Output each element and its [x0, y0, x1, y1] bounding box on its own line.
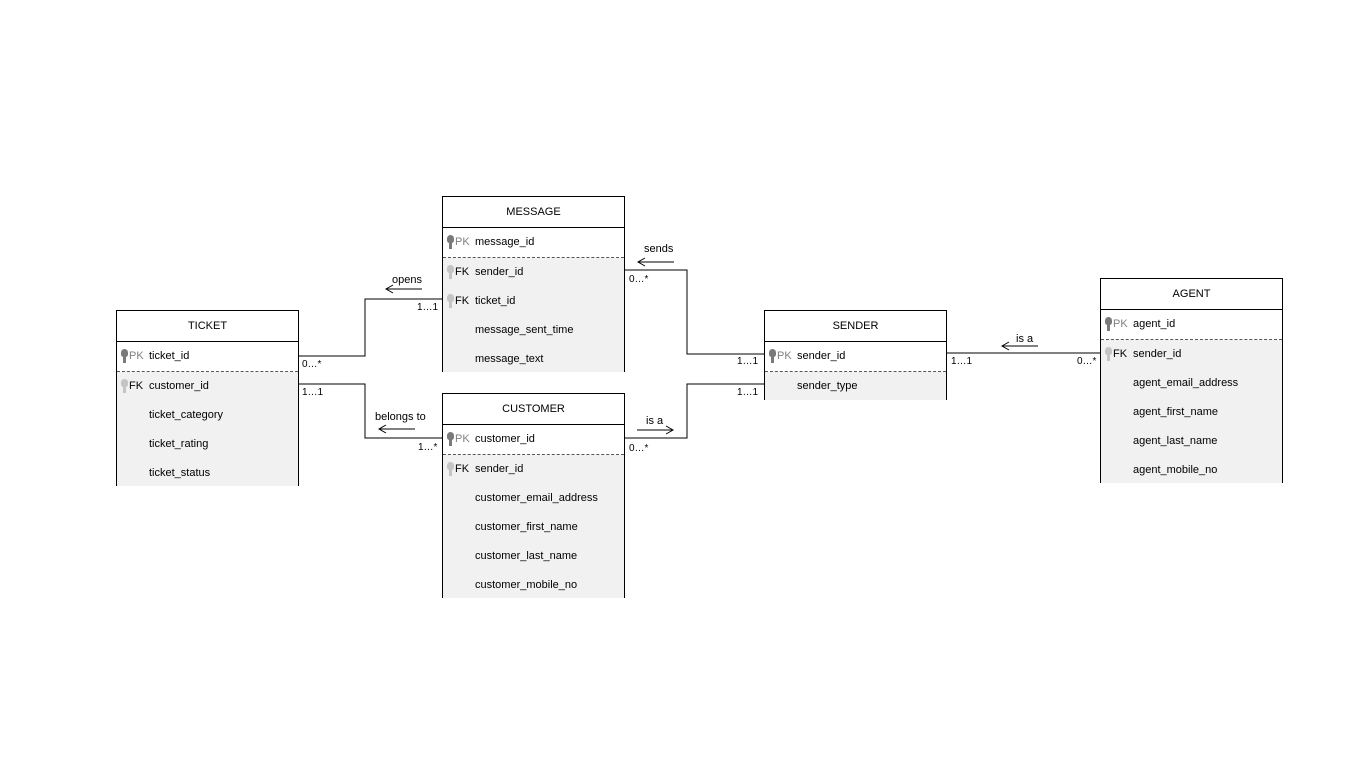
attribute-name: ticket_rating [149, 438, 209, 450]
foreign-key-icon [121, 379, 128, 394]
entity-title: SENDER [765, 311, 946, 342]
key-label: PK [777, 350, 792, 362]
key-label: FK [129, 380, 144, 392]
attribute-name: ticket_category [149, 409, 223, 421]
entity-customer[interactable]: CUSTOMER PK customer_id FK sender_id cus… [442, 393, 625, 598]
attribute-name: customer_id [149, 380, 209, 392]
attribute-row: sender_type [765, 372, 946, 401]
cardinality-sends-sender: 1…1 [737, 356, 759, 367]
relationship-label-opens: opens [392, 274, 422, 286]
attribute-name: sender_id [1133, 348, 1182, 360]
attribute-name: agent_id [1133, 318, 1176, 330]
attribute-row: agent_mobile_no [1101, 456, 1282, 485]
foreign-key-icon [447, 294, 454, 309]
key-label: FK [455, 266, 470, 278]
arrow-belongs-to-icon [377, 424, 415, 434]
cardinality-customer-is-a-sender: 1…1 [737, 387, 759, 398]
attribute-row: FK sender_id [1101, 340, 1282, 369]
entity-sender[interactable]: SENDER PK sender_id sender_type [764, 310, 947, 400]
primary-key-row: PK sender_id [765, 342, 946, 372]
attribute-name: sender_id [797, 350, 846, 362]
attribute-name: agent_last_name [1133, 435, 1218, 447]
attribute-name: message_id [475, 236, 535, 248]
attribute-name: sender_id [475, 463, 524, 475]
entity-ticket[interactable]: TICKET PK ticket_id FK customer_id ticke… [116, 310, 299, 486]
attribute-name: agent_email_address [1133, 377, 1239, 389]
arrow-customer-is-a-icon [637, 425, 675, 435]
attribute-name: customer_first_name [475, 521, 578, 533]
attribute-row: agent_email_address [1101, 369, 1282, 398]
attribute-row: customer_first_name [443, 513, 624, 542]
attribute-row: FK customer_id [117, 372, 298, 401]
foreign-key-icon [1105, 347, 1112, 362]
primary-key-row: PK customer_id [443, 425, 624, 455]
cardinality-opens-message: 1…1 [417, 302, 439, 313]
primary-key-icon [769, 349, 776, 364]
relationship-label-customer-is-a: is a [646, 415, 664, 427]
attribute-name: ticket_status [149, 467, 211, 479]
attribute-row: message_sent_time [443, 316, 624, 345]
attribute-row: message_text [443, 345, 624, 374]
key-label: FK [455, 463, 470, 475]
er-diagram-canvas: opens belongs to sends is a is a 0…* 1…1… [0, 0, 1366, 768]
entity-title: MESSAGE [443, 197, 624, 228]
attribute-name: agent_first_name [1133, 406, 1218, 418]
cardinality-agent-is-a-sender: 1…1 [951, 356, 973, 367]
cardinality-agent-is-a-agent: 0…* [1077, 356, 1097, 367]
attribute-name: sender_type [797, 380, 858, 392]
attribute-name: customer_id [475, 433, 535, 445]
relationship-label-agent-is-a: is a [1016, 333, 1034, 345]
primary-key-row: PK agent_id [1101, 310, 1282, 340]
attribute-row: ticket_category [117, 401, 298, 430]
key-label: PK [455, 236, 470, 248]
key-label: PK [129, 350, 144, 362]
attribute-row: FK sender_id [443, 258, 624, 287]
attribute-name: sender_id [475, 266, 524, 278]
attribute-name: customer_mobile_no [475, 579, 578, 591]
attribute-row: ticket_status [117, 459, 298, 488]
key-label: FK [455, 295, 470, 307]
cardinality-customer-is-a-customer: 0…* [629, 443, 649, 454]
attribute-name: ticket_id [149, 350, 190, 362]
attribute-row: FK ticket_id [443, 287, 624, 316]
attribute-name: ticket_id [475, 295, 516, 307]
primary-key-icon [447, 432, 454, 447]
attribute-row: FK sender_id [443, 455, 624, 484]
foreign-key-icon [447, 265, 454, 280]
attribute-row: agent_last_name [1101, 427, 1282, 456]
entity-agent[interactable]: AGENT PK agent_id FK sender_id agent_ema… [1100, 278, 1283, 483]
attribute-row: customer_last_name [443, 542, 624, 571]
relationship-label-belongs-to: belongs to [375, 411, 426, 423]
entity-title: CUSTOMER [443, 394, 624, 425]
attribute-name: message_text [475, 353, 544, 365]
attribute-name: customer_last_name [475, 550, 578, 562]
cardinality-belongs-to-ticket: 1…1 [302, 387, 324, 398]
arrow-opens-icon [384, 284, 422, 294]
attribute-row: agent_first_name [1101, 398, 1282, 427]
arrow-sends-icon [636, 257, 674, 267]
primary-key-icon [1105, 317, 1112, 332]
cardinality-opens-ticket: 0…* [302, 359, 322, 370]
key-label: PK [455, 433, 470, 445]
attribute-name: customer_email_address [475, 492, 598, 504]
cardinality-belongs-to-customer: 1…* [418, 442, 438, 453]
foreign-key-icon [447, 462, 454, 477]
key-label: FK [1113, 348, 1128, 360]
entity-title: AGENT [1101, 279, 1282, 310]
key-label: PK [1113, 318, 1128, 330]
attribute-name: message_sent_time [475, 324, 574, 336]
primary-key-row: PK message_id [443, 228, 624, 258]
primary-key-icon [121, 349, 128, 364]
relationship-label-sends: sends [644, 243, 674, 255]
attribute-row: customer_email_address [443, 484, 624, 513]
attribute-name: agent_mobile_no [1133, 464, 1218, 476]
attribute-row: ticket_rating [117, 430, 298, 459]
attribute-row: customer_mobile_no [443, 571, 624, 600]
cardinality-sends-message: 0…* [629, 274, 649, 285]
entity-message[interactable]: MESSAGE PK message_id FK sender_id FK ti… [442, 196, 625, 372]
entity-title: TICKET [117, 311, 298, 342]
primary-key-row: PK ticket_id [117, 342, 298, 372]
primary-key-icon [447, 235, 454, 250]
